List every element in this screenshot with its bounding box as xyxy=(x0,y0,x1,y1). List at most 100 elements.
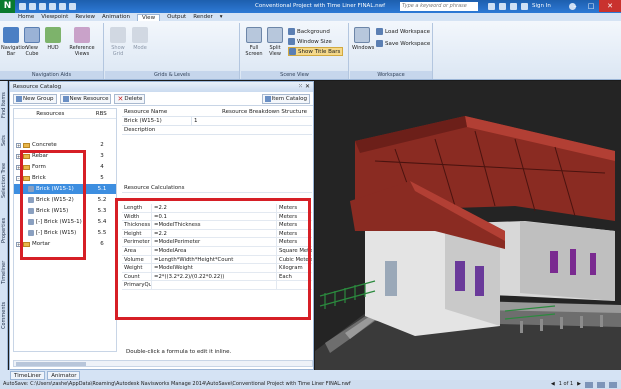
resources-column-header[interactable]: Resources xyxy=(14,109,87,118)
calc-row-length[interactable]: Length =2.2 Meters xyxy=(122,204,312,213)
tab-timeliner[interactable]: TimeLiner xyxy=(10,370,46,380)
calc-formula[interactable]: =ModelThickness xyxy=(152,221,277,229)
close-button[interactable]: ✕ xyxy=(599,0,621,12)
item-catalog-button[interactable]: Item Catalog xyxy=(261,94,310,104)
calc-formula[interactable]: =0.1 xyxy=(152,212,277,221)
calc-unit[interactable]: Cubic Meters xyxy=(277,256,312,264)
show-grid-button[interactable]: Show Grid xyxy=(108,27,128,57)
strip-tab-comments[interactable]: Comments xyxy=(0,294,8,336)
calc-formula[interactable]: =Length*Width*Height*Count xyxy=(152,255,277,264)
window-size-button[interactable]: Window Size xyxy=(288,37,332,46)
calc-unit[interactable]: Meters xyxy=(277,204,312,212)
tree-row-rebar[interactable]: + Rebar 3 xyxy=(14,151,116,161)
expand-icon[interactable]: + xyxy=(16,142,21,148)
sheet-browser-icon[interactable] xyxy=(585,381,593,388)
open-file-icon[interactable] xyxy=(29,3,36,10)
calc-row-weight[interactable]: Weight =ModelWeight Kilogram xyxy=(122,264,312,273)
3d-viewport[interactable] xyxy=(315,81,621,370)
calc-formula[interactable]: =2.2 xyxy=(152,204,277,212)
tab-home[interactable]: Home xyxy=(18,14,34,20)
calc-row-width[interactable]: Width =0.1 Meters xyxy=(122,212,312,222)
undo-icon[interactable] xyxy=(59,3,66,10)
calc-formula[interactable]: =2.2 xyxy=(152,229,277,238)
horizontal-scrollbar[interactable] xyxy=(13,360,313,367)
tab-review[interactable]: Review xyxy=(75,14,95,20)
calc-row-perimeter[interactable]: Perimeter =ModelPerimeter Meters xyxy=(122,238,312,247)
full-screen-button[interactable]: Full Screen xyxy=(244,27,264,57)
show-title-bars-button[interactable]: Show Title Bars xyxy=(288,47,344,56)
calc-unit[interactable]: Kilogram xyxy=(277,264,312,272)
save-workspace-button[interactable]: Save Workspace xyxy=(376,39,430,48)
tab-animator[interactable]: Animator xyxy=(47,370,81,380)
project-browser-icon[interactable] xyxy=(597,381,605,388)
calc-unit[interactable]: Meters xyxy=(277,238,312,246)
tab-render[interactable]: Render xyxy=(193,14,213,20)
calc-formula[interactable]: =ModelArea xyxy=(152,246,277,255)
panel-close-icon[interactable]: ✕ xyxy=(305,83,310,90)
strip-tab-find-items[interactable]: Find Items xyxy=(0,83,8,128)
minimize-button[interactable]: – xyxy=(567,0,583,12)
tab-viewpoint[interactable]: Viewpoint xyxy=(41,14,68,20)
resource-name-field[interactable]: Brick (W15-1) xyxy=(122,117,192,125)
communication-center-icon[interactable] xyxy=(499,3,506,10)
scrollbar-thumb[interactable] xyxy=(16,362,86,366)
new-file-icon[interactable] xyxy=(19,3,26,10)
tree-row-brick-w15-1-selected[interactable]: Brick (W15-1) 5.1 xyxy=(14,184,116,194)
navigation-bar-button[interactable]: Navigation Bar xyxy=(1,27,28,57)
load-workspace-button[interactable]: Load Workspace xyxy=(376,27,430,36)
calc-row-area[interactable]: Area=ModelAreaSquare Meters xyxy=(122,246,312,256)
description-field[interactable] xyxy=(122,135,312,185)
tree-row-brick-w15-2[interactable]: Brick (W15-2) 5.2 xyxy=(14,195,116,205)
binoculars-icon[interactable] xyxy=(488,3,495,10)
calc-formula[interactable] xyxy=(152,281,277,289)
calc-row-height[interactable]: Height =2.2 Meters xyxy=(122,229,312,239)
view-cube-button[interactable]: View Cube xyxy=(22,27,42,57)
windows-button[interactable]: Windows xyxy=(352,27,374,51)
prev-page-icon[interactable]: ◀ xyxy=(551,380,555,389)
tree-row-brick[interactable]: – Brick 5 xyxy=(14,173,116,183)
mode-button[interactable]: Mode xyxy=(130,27,150,51)
new-resource-button[interactable]: New Resource xyxy=(59,93,112,104)
rbs-column-header[interactable]: RBS xyxy=(87,109,116,118)
rbs-field[interactable]: 1 xyxy=(192,117,312,125)
collapse-icon[interactable]: – xyxy=(16,175,21,181)
strip-tab-sets[interactable]: Sets xyxy=(0,131,8,151)
tab-output[interactable]: Output xyxy=(167,14,186,20)
hud-button[interactable]: HUD xyxy=(43,27,63,51)
tree-row-mortar[interactable]: + Mortar 6 xyxy=(14,239,116,249)
save-icon[interactable] xyxy=(39,3,46,10)
calc-unit[interactable]: Square Meters xyxy=(277,247,312,255)
new-group-button[interactable]: New Group xyxy=(13,93,57,104)
favorites-star-icon[interactable] xyxy=(510,3,517,10)
tree-row-brick-w15[interactable]: Brick (W15) 5.3 xyxy=(14,206,116,216)
next-page-icon[interactable]: ▶ xyxy=(577,380,581,389)
calc-row-count[interactable]: Count =2*((3.2*2.2)/(0.22*0.22)) Each xyxy=(122,272,312,282)
calc-unit[interactable]: Meters xyxy=(277,230,312,238)
tree-row-concrete[interactable]: + Concrete 2 xyxy=(14,140,116,150)
calc-unit[interactable]: Meters xyxy=(277,213,312,221)
help-search-input[interactable]: Type a keyword or phrase xyxy=(400,2,478,11)
tree-row-brick-w15-deducted[interactable]: [-] Brick (W15) 5.5 xyxy=(14,228,116,238)
calc-row-volume[interactable]: Volume =Length*Width*Height*Count Cubic Me… xyxy=(122,255,312,265)
expand-icon[interactable]: + xyxy=(16,164,21,170)
tree-row-form[interactable]: + Form 4 xyxy=(14,162,116,172)
calc-unit[interactable]: Each xyxy=(277,273,312,281)
maximize-button[interactable]: □ xyxy=(583,0,599,12)
calc-row-primary-quantity[interactable]: PrimaryQuantity xyxy=(122,281,312,290)
calc-formula[interactable]: =ModelPerimeter xyxy=(152,238,277,246)
strip-tab-properties[interactable]: Properties xyxy=(0,210,8,250)
sign-in-button[interactable]: Sign In xyxy=(532,0,551,13)
split-view-button[interactable]: Split View xyxy=(265,27,285,57)
calc-formula[interactable]: =ModelWeight xyxy=(152,264,277,272)
expand-icon[interactable]: + xyxy=(16,241,21,247)
tab-view[interactable]: View xyxy=(137,13,161,21)
calc-unit[interactable] xyxy=(277,281,312,289)
strip-tab-selection-tree[interactable]: Selection Tree xyxy=(0,153,8,208)
tab-animation[interactable]: Animation xyxy=(102,14,130,20)
print-icon[interactable] xyxy=(49,3,56,10)
tree-row-brick-w15-1-deducted[interactable]: [-] Brick (W15-1) 5.4 xyxy=(14,217,116,227)
app-menu-icon[interactable]: N xyxy=(0,0,15,13)
reference-views-button[interactable]: Reference Views xyxy=(66,27,98,57)
ribbon-options-icon[interactable]: ▾ xyxy=(220,14,223,20)
strip-tab-timeliner[interactable]: Timeliner xyxy=(0,252,8,292)
